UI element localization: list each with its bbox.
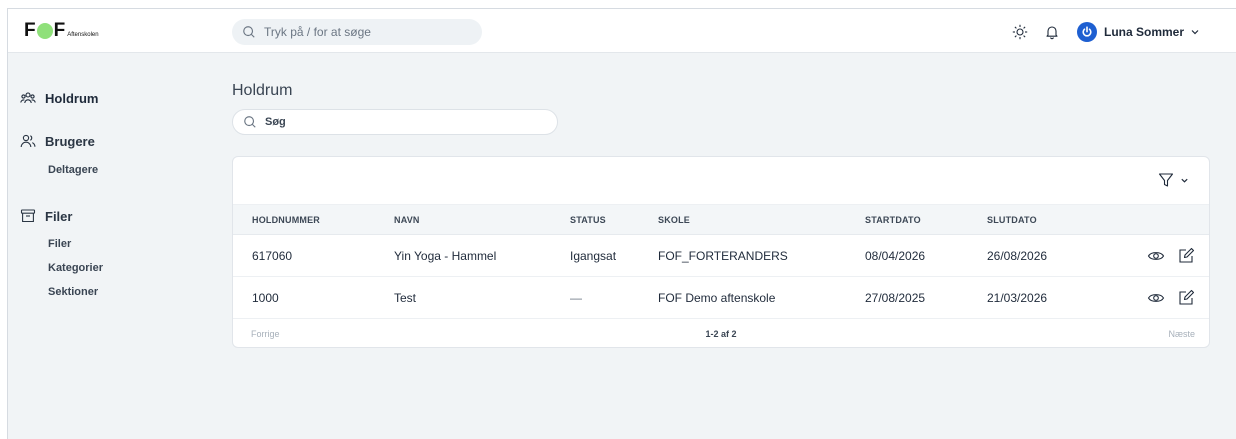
column-header-slutdato[interactable]: SLUTDATO <box>987 215 1037 225</box>
cell-navn: Test <box>394 291 417 305</box>
global-search[interactable] <box>232 19 482 45</box>
row-actions <box>1135 247 1195 265</box>
cell-status: Igangsat <box>570 249 617 263</box>
eye-icon[interactable] <box>1147 289 1165 307</box>
sidebar: Holdrum Brugere Deltagere Filer Filer Ka… <box>8 53 208 439</box>
sidebar-item-sektioner[interactable]: Sektioner <box>48 286 98 298</box>
edit-icon[interactable] <box>1177 247 1195 265</box>
cell-skole: FOF Demo aftenskole <box>658 291 776 305</box>
logo-letter-1: F <box>24 20 36 41</box>
cell-skole: FOF_FORTERANDERS <box>658 249 788 263</box>
notifications-button[interactable] <box>1043 23 1061 41</box>
app-frame: F F Aftenskolen Tryk på / for at søge Lu… <box>7 8 1236 439</box>
column-header-navn[interactable]: NAVN <box>394 215 420 225</box>
avatar <box>1076 22 1097 42</box>
top-actions: Luna Sommer <box>997 19 1200 45</box>
bell-icon <box>1046 26 1058 40</box>
column-header-startdato[interactable]: STARTDATO <box>865 215 921 225</box>
chevron-down-icon <box>1181 178 1188 183</box>
sidebar-item-label: Filer <box>45 208 73 224</box>
edit-icon[interactable] <box>1177 289 1195 307</box>
top-bar: F F Aftenskolen Tryk på / for at søge Lu… <box>8 9 1236 53</box>
sidebar-item-holdrum[interactable]: Holdrum <box>20 90 98 106</box>
column-header-skole[interactable]: SKOLE <box>658 215 690 225</box>
power-icon <box>1082 26 1092 37</box>
pagination: Forrige 1-2 af 2 Næste <box>233 319 1209 349</box>
row-actions <box>1135 289 1195 307</box>
cell-startdato: 08/04/2026 <box>865 249 926 263</box>
cell-status: — <box>570 291 582 305</box>
archive-icon <box>20 209 36 223</box>
page-title: Holdrum <box>232 82 293 99</box>
logo-letter-2: F <box>53 20 66 41</box>
sidebar-item-filer-section[interactable]: Filer <box>20 208 72 224</box>
theme-toggle-button[interactable] <box>1011 23 1029 41</box>
user-name: Luna Sommer <box>1103 25 1184 39</box>
next-page-button[interactable]: Næste <box>1168 329 1195 339</box>
sidebar-item-kategorier[interactable]: Kategorier <box>48 262 103 274</box>
filter-icon <box>1158 173 1174 187</box>
search-icon <box>243 26 255 38</box>
cell-slutdato: 26/08/2026 <box>987 249 1048 263</box>
eye-icon[interactable] <box>1147 247 1165 265</box>
column-header-holdnummer[interactable]: HOLDNUMMER <box>252 215 320 225</box>
table-row[interactable]: 1000 Test — FOF Demo aftenskole 27/08/20… <box>233 277 1209 319</box>
table-search[interactable] <box>232 109 558 135</box>
sidebar-item-brugere[interactable]: Brugere <box>20 133 95 149</box>
logo-dot <box>36 23 53 39</box>
users-icon <box>20 134 36 148</box>
filter-button[interactable] <box>1158 172 1189 188</box>
cell-startdato: 27/08/2025 <box>865 291 926 305</box>
search-icon <box>244 116 256 128</box>
table-header: HOLDNUMMER NAVN STATUS SKOLE STARTDATO S… <box>233 205 1209 235</box>
cell-holdnummer: 1000 <box>252 291 279 305</box>
sidebar-item-label: Holdrum <box>45 90 99 106</box>
user-menu[interactable]: Luna Sommer <box>1076 22 1200 42</box>
sidebar-item-label: Brugere <box>45 133 95 149</box>
sidebar-item-deltagere[interactable]: Deltagere <box>48 164 98 176</box>
cell-navn: Yin Yoga - Hammel <box>394 249 497 263</box>
logo-subtitle: Aftenskolen <box>67 32 99 38</box>
table-row[interactable]: 617060 Yin Yoga - Hammel Igangsat FOF_FO… <box>233 235 1209 277</box>
global-search-input[interactable] <box>264 25 464 39</box>
column-header-status[interactable]: STATUS <box>570 215 606 225</box>
table-toolbar <box>233 157 1209 205</box>
logo[interactable]: F F Aftenskolen <box>24 21 99 41</box>
sun-icon <box>1012 24 1028 40</box>
table-search-input[interactable] <box>265 116 545 128</box>
team-icon <box>20 92 36 104</box>
cell-slutdato: 21/03/2026 <box>987 291 1048 305</box>
chevron-down-icon <box>1191 30 1199 35</box>
sidebar-item-filer[interactable]: Filer <box>48 238 71 250</box>
cell-holdnummer: 617060 <box>252 249 293 263</box>
page-count: 1-2 af 2 <box>705 329 737 339</box>
holdrum-table-card: HOLDNUMMER NAVN STATUS SKOLE STARTDATO S… <box>232 156 1210 348</box>
